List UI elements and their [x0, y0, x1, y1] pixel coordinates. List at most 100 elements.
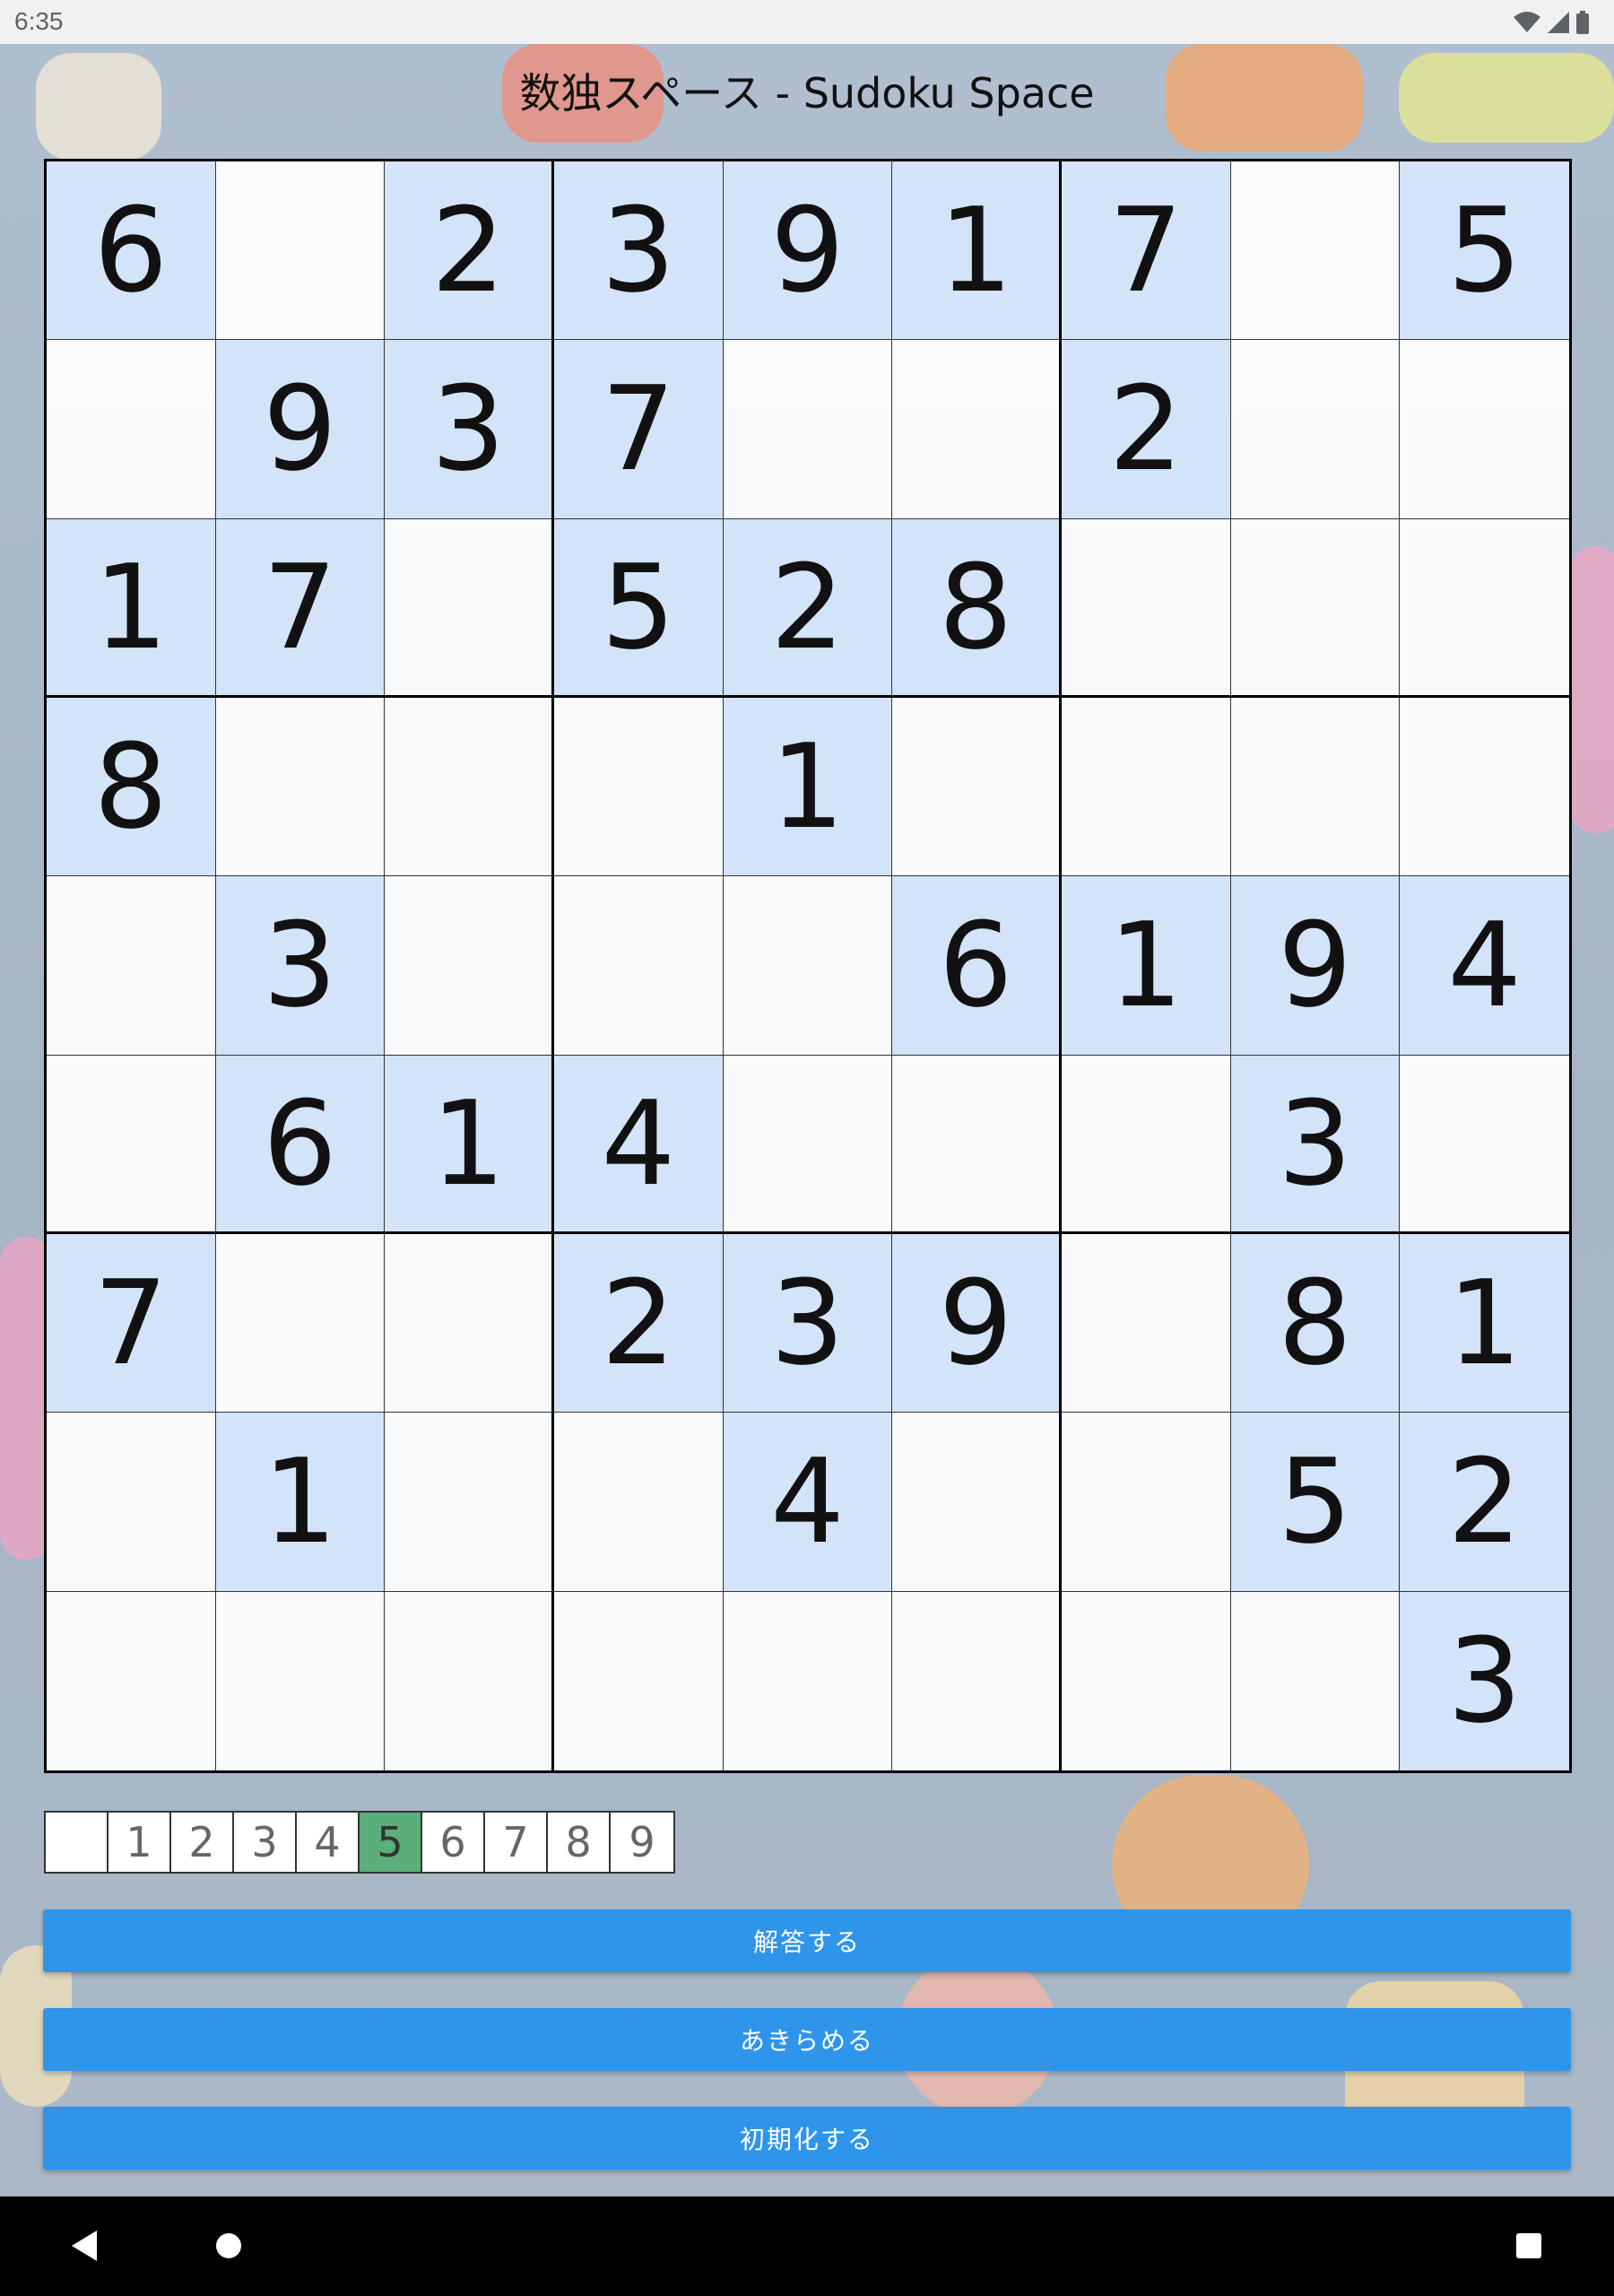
palette-clear-button[interactable] — [46, 1813, 108, 1872]
sudoku-cell[interactable]: 5 — [554, 518, 724, 698]
sudoku-cell[interactable]: 3 — [215, 876, 386, 1056]
sudoku-cell[interactable]: 1 — [892, 161, 1062, 341]
sudoku-cell[interactable] — [892, 340, 1062, 519]
sudoku-cell[interactable] — [723, 1591, 893, 1770]
sudoku-cell[interactable] — [1230, 697, 1401, 877]
sudoku-cell[interactable]: 2 — [723, 518, 893, 698]
sudoku-cell[interactable] — [554, 876, 724, 1056]
reset-button[interactable]: 初期化する — [43, 2107, 1571, 2170]
sudoku-cell[interactable] — [554, 697, 724, 877]
palette-number-6-button[interactable]: 6 — [422, 1813, 485, 1872]
sudoku-cell[interactable] — [1230, 1591, 1401, 1770]
sticker-decoration — [1569, 546, 1614, 833]
sudoku-cell[interactable]: 3 — [723, 1233, 893, 1413]
sudoku-cell[interactable] — [723, 340, 893, 519]
sudoku-cell[interactable] — [723, 1055, 893, 1234]
palette-number-4-button[interactable]: 4 — [297, 1813, 360, 1872]
sudoku-cell[interactable] — [1230, 340, 1401, 519]
sudoku-cell[interactable] — [215, 1233, 386, 1413]
sudoku-cell[interactable]: 1 — [723, 697, 893, 877]
sudoku-cell[interactable]: 1 — [1062, 876, 1231, 1056]
sudoku-cell[interactable] — [47, 1591, 216, 1770]
sudoku-cell[interactable]: 5 — [1400, 161, 1569, 341]
sudoku-cell[interactable] — [385, 876, 554, 1056]
sudoku-cell[interactable] — [554, 1591, 724, 1770]
sudoku-cell[interactable] — [385, 1591, 554, 1770]
sudoku-cell[interactable] — [1062, 1055, 1231, 1234]
sudoku-cell[interactable] — [554, 1413, 724, 1592]
sudoku-cell[interactable]: 1 — [215, 1413, 386, 1592]
sudoku-cell[interactable] — [1062, 518, 1231, 698]
palette-number-7-button[interactable]: 7 — [485, 1813, 548, 1872]
sudoku-cell[interactable] — [1062, 1233, 1231, 1413]
battery-icon — [1576, 11, 1589, 34]
sudoku-cell[interactable]: 8 — [47, 697, 216, 877]
sudoku-cell[interactable]: 1 — [385, 1055, 554, 1234]
sudoku-cell[interactable]: 2 — [1400, 1413, 1569, 1592]
sudoku-cell[interactable] — [892, 1591, 1062, 1770]
home-icon[interactable] — [206, 2223, 251, 2268]
sudoku-cell[interactable] — [1062, 1413, 1231, 1592]
sudoku-cell[interactable] — [47, 876, 216, 1056]
sudoku-cell[interactable] — [1230, 518, 1401, 698]
sudoku-cell[interactable]: 6 — [47, 161, 216, 341]
sudoku-cell[interactable] — [47, 1055, 216, 1234]
sudoku-cell[interactable] — [1400, 340, 1569, 519]
sudoku-cell[interactable] — [1062, 1591, 1231, 1770]
sudoku-cell[interactable]: 6 — [892, 876, 1062, 1056]
palette-number-1-button[interactable]: 1 — [108, 1813, 171, 1872]
sudoku-cell[interactable]: 4 — [1400, 876, 1569, 1056]
palette-number-3-button[interactable]: 3 — [234, 1813, 297, 1872]
sudoku-cell[interactable] — [892, 697, 1062, 877]
back-icon[interactable] — [63, 2223, 108, 2268]
sudoku-cell[interactable]: 2 — [554, 1233, 724, 1413]
sudoku-cell[interactable] — [385, 1233, 554, 1413]
solve-button[interactable]: 解答する — [43, 1909, 1571, 1972]
sudoku-cell[interactable]: 5 — [1230, 1413, 1401, 1592]
sudoku-cell[interactable]: 3 — [385, 340, 554, 519]
sudoku-cell[interactable] — [1062, 697, 1231, 877]
sudoku-cell[interactable]: 4 — [554, 1055, 724, 1234]
sudoku-cell[interactable] — [385, 697, 554, 877]
sudoku-cell[interactable]: 1 — [1400, 1233, 1569, 1413]
sudoku-cell[interactable]: 8 — [892, 518, 1062, 698]
palette-number-2-button[interactable]: 2 — [171, 1813, 234, 1872]
sudoku-cell[interactable] — [47, 340, 216, 519]
palette-number-8-button[interactable]: 8 — [548, 1813, 611, 1872]
sudoku-cell[interactable]: 9 — [892, 1233, 1062, 1413]
sudoku-cell[interactable] — [385, 518, 554, 698]
sudoku-cell[interactable] — [385, 1413, 554, 1592]
sudoku-cell[interactable]: 6 — [215, 1055, 386, 1234]
sudoku-cell[interactable]: 9 — [723, 161, 893, 341]
palette-number-9-button[interactable]: 9 — [611, 1813, 673, 1872]
sudoku-cell[interactable] — [1230, 161, 1401, 341]
sudoku-cell[interactable]: 8 — [1230, 1233, 1401, 1413]
sudoku-cell[interactable]: 2 — [385, 161, 554, 341]
sudoku-cell[interactable] — [1400, 697, 1569, 877]
recent-apps-icon[interactable] — [1506, 2223, 1551, 2268]
sudoku-cell[interactable]: 9 — [1230, 876, 1401, 1056]
sudoku-cell[interactable] — [892, 1055, 1062, 1234]
sudoku-cell[interactable] — [723, 876, 893, 1056]
sudoku-cell[interactable]: 9 — [215, 340, 386, 519]
sudoku-cell[interactable] — [1400, 1055, 1569, 1234]
sudoku-cell[interactable] — [892, 1413, 1062, 1592]
sudoku-cell[interactable]: 3 — [1400, 1591, 1569, 1770]
sudoku-cell[interactable] — [215, 697, 386, 877]
sudoku-cell[interactable]: 7 — [215, 518, 386, 698]
sudoku-cell[interactable]: 7 — [554, 340, 724, 519]
sudoku-cell[interactable]: 1 — [47, 518, 216, 698]
sudoku-cell[interactable] — [1400, 518, 1569, 698]
give-up-button[interactable]: あきらめる — [43, 2008, 1571, 2071]
sudoku-cell[interactable]: 3 — [1230, 1055, 1401, 1234]
sudoku-cell[interactable]: 3 — [554, 161, 724, 341]
sudoku-cell[interactable] — [47, 1413, 216, 1592]
sudoku-cell[interactable]: 4 — [723, 1413, 893, 1592]
sudoku-cell[interactable]: 2 — [1062, 340, 1231, 519]
sudoku-cell[interactable] — [215, 161, 386, 341]
palette-number-5-button[interactable]: 5 — [360, 1813, 422, 1872]
sudoku-cell[interactable]: 7 — [47, 1233, 216, 1413]
sudoku-cell[interactable]: 7 — [1062, 161, 1231, 341]
status-icons — [1514, 11, 1589, 34]
sudoku-cell[interactable] — [215, 1591, 386, 1770]
